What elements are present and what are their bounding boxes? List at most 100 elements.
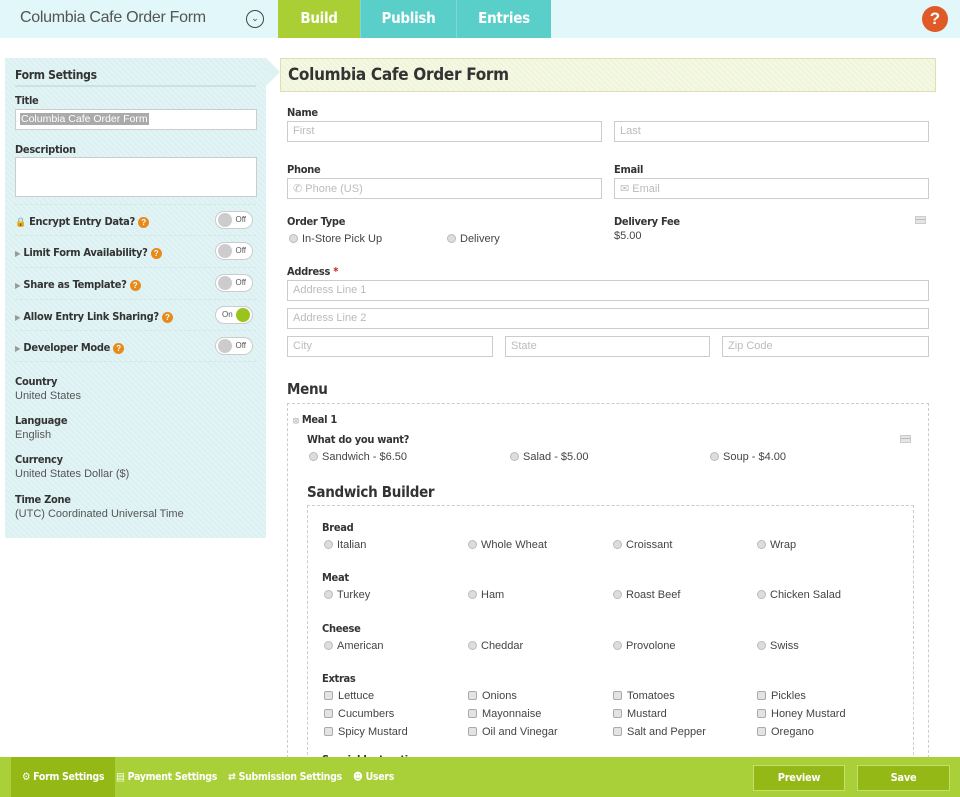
- question-icon[interactable]: ?: [138, 217, 149, 228]
- lock-icon: 🔒: [15, 218, 26, 228]
- cheese-radio[interactable]: American: [324, 640, 383, 652]
- question-icon[interactable]: ?: [129, 280, 141, 291]
- users-icon: ☻: [353, 771, 363, 783]
- extras-checkbox[interactable]: Tomatoes: [613, 690, 675, 702]
- app-title: Columbia Cafe Order Form: [20, 9, 206, 26]
- encrypt-toggle[interactable]: Off: [215, 211, 253, 229]
- extras-checkbox[interactable]: Onions: [468, 690, 517, 702]
- bottom-toolbar: ⚙ Form Settings ▤ Payment Settings ⇄ Sub…: [0, 757, 960, 797]
- extras-checkbox[interactable]: Salt and Pepper: [613, 726, 706, 738]
- caret-right-icon[interactable]: ▶: [15, 281, 21, 290]
- meat-radio[interactable]: Turkey: [324, 589, 370, 601]
- cheese-radio[interactable]: Cheddar: [468, 640, 523, 652]
- question-icon[interactable]: ?: [113, 343, 125, 354]
- footer-tab-payment-settings[interactable]: ▤ Payment Settings: [116, 757, 217, 797]
- meat-label: Meat: [322, 571, 349, 584]
- question-icon[interactable]: ?: [161, 312, 173, 323]
- question-icon[interactable]: ?: [150, 248, 162, 259]
- sidebar-pointer: [266, 58, 280, 86]
- limit-availability-toggle[interactable]: Off: [215, 242, 253, 260]
- order-type-radio-pickup[interactable]: In-Store Pick Up: [289, 233, 382, 245]
- preview-button[interactable]: Preview: [753, 765, 845, 791]
- toggle-label: Limit Form Availability?: [23, 246, 148, 259]
- chevron-down-icon[interactable]: ⌄: [246, 10, 264, 28]
- toggle-label: Developer Mode: [23, 341, 111, 354]
- want-radio-soup[interactable]: Soup - $4.00: [710, 451, 786, 463]
- bread-radio[interactable]: Whole Wheat: [468, 539, 547, 551]
- caret-right-icon[interactable]: ▶: [15, 344, 21, 353]
- menu-title: Menu: [287, 380, 328, 398]
- want-radio-salad[interactable]: Salad - $5.00: [510, 451, 588, 463]
- meat-radio[interactable]: Chicken Salad: [757, 589, 841, 601]
- sandwich-builder-title: Sandwich Builder: [307, 483, 435, 501]
- extras-checkbox[interactable]: Oil and Vinegar: [468, 726, 558, 738]
- meal-header: ⦻ Meal 1: [293, 413, 337, 426]
- order-type-label: Order Type: [287, 215, 346, 228]
- meat-radio[interactable]: Roast Beef: [613, 589, 680, 601]
- extras-checkbox[interactable]: Spicy Mustard: [324, 726, 408, 738]
- bread-radio[interactable]: Wrap: [757, 539, 796, 551]
- credit-card-icon: [915, 216, 926, 224]
- footer-tab-users[interactable]: ☻ Users: [353, 757, 394, 797]
- want-radio-sandwich[interactable]: Sandwich - $6.50: [309, 451, 407, 463]
- phone-label: Phone: [287, 163, 321, 176]
- cheese-radio[interactable]: Swiss: [757, 640, 799, 652]
- tab-entries[interactable]: Entries: [456, 0, 551, 38]
- extras-checkbox[interactable]: Pickles: [757, 690, 806, 702]
- tab-build[interactable]: Build: [278, 0, 360, 38]
- gear-icon: ⚙: [22, 771, 31, 783]
- help-icon[interactable]: ?: [922, 6, 948, 32]
- extras-checkbox[interactable]: Mustard: [613, 708, 667, 720]
- bread-radio[interactable]: Italian: [324, 539, 366, 551]
- email-label: Email: [614, 163, 644, 176]
- toggle-row-developer: ▶ Developer Mode? Off: [15, 330, 256, 361]
- meat-radio[interactable]: Ham: [468, 589, 504, 601]
- delivery-fee-label: Delivery Fee: [614, 215, 680, 228]
- envelope-icon: ✉: [620, 183, 630, 195]
- order-type-radio-delivery[interactable]: Delivery: [447, 233, 500, 245]
- last-name-input[interactable]: Last: [614, 121, 929, 142]
- remove-icon[interactable]: ⦻: [293, 416, 299, 426]
- save-button[interactable]: Save: [857, 765, 950, 791]
- extras-checkbox[interactable]: Oregano: [757, 726, 814, 738]
- what-want-label: What do you want?: [307, 433, 410, 446]
- currency-info: Currency United States Dollar ($): [15, 453, 130, 480]
- email-input[interactable]: ✉ Email: [614, 178, 929, 199]
- developer-mode-toggle[interactable]: Off: [215, 337, 253, 355]
- footer-tab-submission-settings[interactable]: ⇄ Submission Settings: [228, 757, 342, 797]
- footer-tab-form-settings[interactable]: ⚙ Form Settings: [11, 757, 116, 797]
- tab-publish[interactable]: Publish: [360, 0, 456, 38]
- first-name-input[interactable]: First: [287, 121, 602, 142]
- extras-checkbox[interactable]: Honey Mustard: [757, 708, 846, 720]
- state-input[interactable]: State: [505, 336, 710, 357]
- cheese-label: Cheese: [322, 622, 361, 635]
- address-line1-input[interactable]: Address Line 1: [287, 280, 929, 301]
- extras-checkbox[interactable]: Cucumbers: [324, 708, 394, 720]
- credit-card-icon: [900, 435, 911, 443]
- caret-right-icon[interactable]: ▶: [15, 249, 21, 258]
- bread-label: Bread: [322, 521, 354, 534]
- phone-icon: ✆: [293, 183, 303, 195]
- sidebar-heading: Form Settings: [15, 68, 256, 87]
- city-input[interactable]: City: [287, 336, 493, 357]
- description-label: Description: [15, 143, 76, 156]
- description-textarea[interactable]: [15, 157, 257, 197]
- extras-checkbox[interactable]: Mayonnaise: [468, 708, 541, 720]
- form-title[interactable]: Columbia Cafe Order Form: [280, 58, 936, 92]
- divider: [15, 361, 256, 362]
- zip-input[interactable]: Zip Code: [722, 336, 929, 357]
- toggle-row-limit: ▶ Limit Form Availability?? Off: [15, 235, 256, 266]
- share-template-toggle[interactable]: Off: [215, 274, 253, 292]
- link-sharing-toggle[interactable]: On: [215, 306, 253, 324]
- bread-radio[interactable]: Croissant: [613, 539, 672, 551]
- address-label: Address *: [287, 265, 339, 278]
- title-input[interactable]: Columbia Cafe Order Form: [15, 109, 257, 130]
- phone-input[interactable]: ✆ Phone (US): [287, 178, 602, 199]
- caret-right-icon[interactable]: ▶: [15, 313, 21, 322]
- timezone-info: Time Zone (UTC) Coordinated Universal Tim…: [15, 493, 184, 520]
- toggle-label: Share as Template?: [23, 278, 127, 291]
- language-info: Language English: [15, 414, 68, 441]
- address-line2-input[interactable]: Address Line 2: [287, 308, 929, 329]
- extras-checkbox[interactable]: Lettuce: [324, 690, 374, 702]
- cheese-radio[interactable]: Provolone: [613, 640, 676, 652]
